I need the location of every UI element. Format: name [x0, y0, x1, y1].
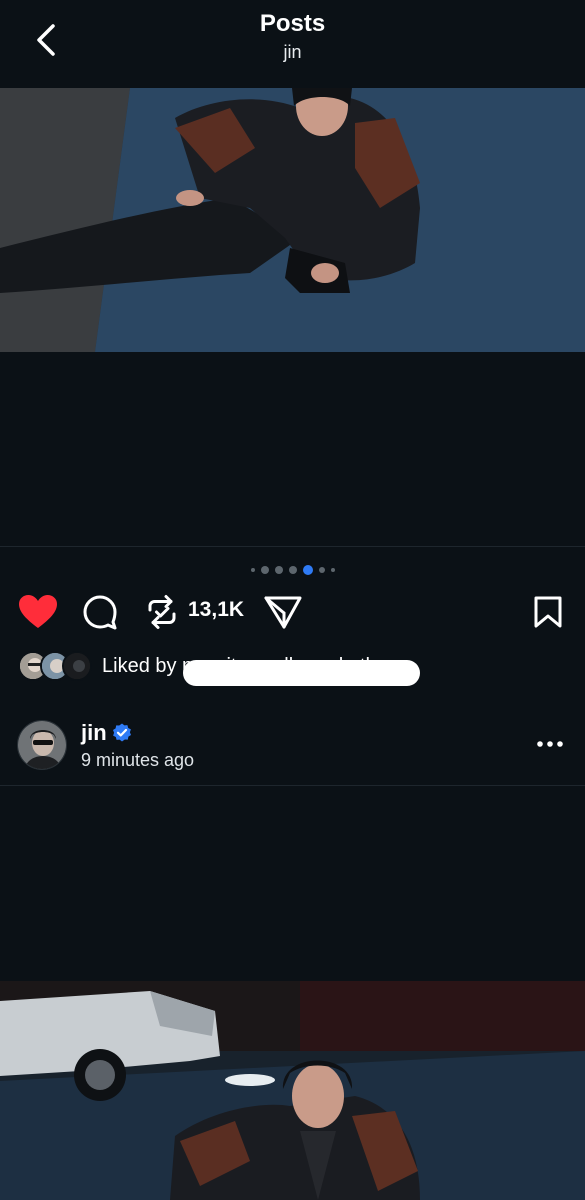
more-horizontal-icon [537, 741, 563, 747]
comment-bubble-icon [83, 595, 117, 630]
save-button[interactable] [528, 592, 568, 632]
repost-count[interactable]: 13,1K [188, 598, 244, 622]
like-button[interactable] [16, 592, 60, 632]
more-options-button[interactable] [532, 732, 568, 756]
repost-button[interactable] [142, 592, 182, 632]
avatar [62, 651, 92, 681]
post-image[interactable] [0, 88, 585, 352]
paper-plane-icon [264, 596, 302, 629]
divider [0, 785, 585, 786]
carousel-dot [274, 566, 283, 574]
carousel-dot [288, 566, 297, 574]
divider [0, 546, 585, 547]
heart-filled-icon [19, 595, 57, 628]
comment-button[interactable] [80, 592, 120, 632]
post-author: jin 9 minutes ago [17, 720, 577, 772]
bookmark-icon [534, 596, 562, 628]
top-bar: Posts jin [0, 0, 585, 88]
page-title: Posts [259, 10, 326, 37]
post-actions [0, 588, 585, 636]
page-subtitle: jin [283, 42, 302, 62]
carousel-indicator [0, 564, 585, 576]
carousel-dot-active [302, 565, 313, 575]
verified-badge-icon [113, 723, 131, 742]
post-image[interactable] [0, 981, 585, 1200]
carousel-dot [330, 568, 335, 572]
repost-icon [148, 595, 176, 629]
carousel-dot [318, 567, 325, 573]
share-button[interactable] [262, 592, 304, 632]
redaction-bar [183, 660, 420, 686]
avatar[interactable] [17, 720, 67, 770]
post-timestamp: 9 minutes ago [81, 750, 195, 770]
author-name[interactable]: jin [81, 720, 107, 746]
carousel-dot [250, 568, 255, 572]
carousel-dot [260, 566, 269, 574]
